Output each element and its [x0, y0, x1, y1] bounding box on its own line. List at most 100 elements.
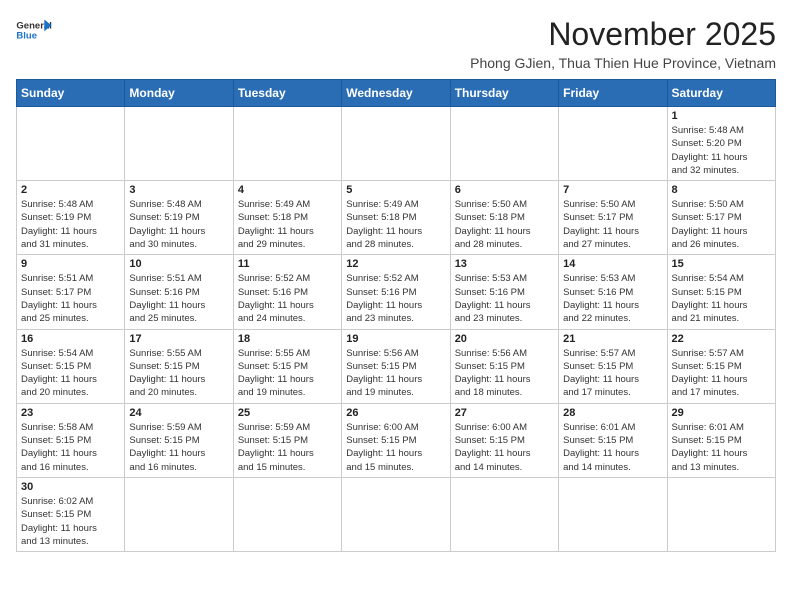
day-number: 22 [672, 333, 771, 345]
day-number: 1 [672, 110, 771, 122]
day-number: 28 [563, 407, 662, 419]
day-info: Sunrise: 5:50 AMSunset: 5:17 PMDaylight:… [672, 198, 771, 251]
day-cell [17, 107, 125, 181]
day-info: Sunrise: 5:53 AMSunset: 5:16 PMDaylight:… [455, 272, 554, 325]
day-cell: 14 Sunrise: 5:53 AMSunset: 5:16 PMDayligh… [559, 255, 667, 329]
day-number: 7 [563, 184, 662, 196]
day-cell [233, 477, 341, 551]
day-info: Sunrise: 5:55 AMSunset: 5:15 PMDaylight:… [238, 347, 337, 400]
day-number: 5 [346, 184, 445, 196]
week-row-4: 23 Sunrise: 5:58 AMSunset: 5:15 PMDayligh… [17, 403, 776, 477]
day-number: 29 [672, 407, 771, 419]
day-info: Sunrise: 5:48 AMSunset: 5:19 PMDaylight:… [21, 198, 120, 251]
day-cell: 30Sunrise: 6:02 AMSunset: 5:15 PMDayligh… [17, 477, 125, 551]
day-number: 13 [455, 258, 554, 270]
day-info: Sunrise: 6:02 AMSunset: 5:15 PMDaylight:… [21, 495, 120, 548]
day-cell: 23 Sunrise: 5:58 AMSunset: 5:15 PMDayligh… [17, 403, 125, 477]
day-cell [125, 477, 233, 551]
day-number: 17 [129, 333, 228, 345]
weekday-wednesday: Wednesday [342, 80, 450, 107]
day-cell [125, 107, 233, 181]
title-area: November 2025 Phong GJien, Thua Thien Hu… [470, 16, 776, 71]
svg-text:Blue: Blue [16, 31, 37, 40]
day-info: Sunrise: 5:48 AMSunset: 5:19 PMDaylight:… [129, 198, 228, 251]
day-cell: 25Sunrise: 5:59 AMSunset: 5:15 PMDayligh… [233, 403, 341, 477]
day-info: Sunrise: 5:51 AMSunset: 5:17 PMDaylight:… [21, 272, 120, 325]
day-number: 26 [346, 407, 445, 419]
day-info: Sunrise: 6:01 AMSunset: 5:15 PMDaylight:… [563, 421, 662, 474]
day-info: Sunrise: 5:52 AMSunset: 5:16 PMDaylight:… [238, 272, 337, 325]
week-row-3: 16 Sunrise: 5:54 AMSunset: 5:15 PMDayligh… [17, 329, 776, 403]
day-info: Sunrise: 5:56 AMSunset: 5:15 PMDaylight:… [455, 347, 554, 400]
day-cell: 7 Sunrise: 5:50 AMSunset: 5:17 PMDaylight… [559, 181, 667, 255]
day-cell [450, 477, 558, 551]
day-cell [667, 477, 775, 551]
header: General Blue November 2025 Phong GJien, … [16, 16, 776, 71]
day-info: Sunrise: 5:49 AMSunset: 5:18 PMDaylight:… [238, 198, 337, 251]
day-info: Sunrise: 5:48 AMSunset: 5:20 PMDaylight:… [672, 124, 771, 177]
day-cell: 3Sunrise: 5:48 AMSunset: 5:19 PMDaylight… [125, 181, 233, 255]
location-title: Phong GJien, Thua Thien Hue Province, Vi… [470, 55, 776, 71]
weekday-sunday: Sunday [17, 80, 125, 107]
day-number: 12 [346, 258, 445, 270]
day-cell: 24 Sunrise: 5:59 AMSunset: 5:15 PMDayligh… [125, 403, 233, 477]
day-number: 2 [21, 184, 120, 196]
logo: General Blue [16, 16, 52, 40]
day-cell: 16 Sunrise: 5:54 AMSunset: 5:15 PMDayligh… [17, 329, 125, 403]
day-number: 4 [238, 184, 337, 196]
day-cell [559, 107, 667, 181]
day-number: 21 [563, 333, 662, 345]
day-info: Sunrise: 5:54 AMSunset: 5:15 PMDaylight:… [21, 347, 120, 400]
day-info: Sunrise: 6:01 AMSunset: 5:15 PMDaylight:… [672, 421, 771, 474]
day-number: 9 [21, 258, 120, 270]
day-number: 15 [672, 258, 771, 270]
week-row-2: 9 Sunrise: 5:51 AMSunset: 5:17 PMDaylight… [17, 255, 776, 329]
day-info: Sunrise: 6:00 AMSunset: 5:15 PMDaylight:… [455, 421, 554, 474]
day-number: 14 [563, 258, 662, 270]
weekday-monday: Monday [125, 80, 233, 107]
day-cell: 27 Sunrise: 6:00 AMSunset: 5:15 PMDayligh… [450, 403, 558, 477]
day-cell [450, 107, 558, 181]
day-cell: 5Sunrise: 5:49 AMSunset: 5:18 PMDaylight… [342, 181, 450, 255]
day-cell: 18Sunrise: 5:55 AMSunset: 5:15 PMDayligh… [233, 329, 341, 403]
week-row-1: 2 Sunrise: 5:48 AMSunset: 5:19 PMDaylight… [17, 181, 776, 255]
day-number: 20 [455, 333, 554, 345]
day-number: 27 [455, 407, 554, 419]
calendar-body: 1 Sunrise: 5:48 AMSunset: 5:20 PMDaylight… [17, 107, 776, 552]
month-title: November 2025 [470, 16, 776, 53]
day-info: Sunrise: 5:50 AMSunset: 5:18 PMDaylight:… [455, 198, 554, 251]
day-cell [342, 477, 450, 551]
day-info: Sunrise: 5:56 AMSunset: 5:15 PMDaylight:… [346, 347, 445, 400]
weekday-saturday: Saturday [667, 80, 775, 107]
weekday-tuesday: Tuesday [233, 80, 341, 107]
day-number: 10 [129, 258, 228, 270]
calendar: SundayMondayTuesdayWednesdayThursdayFrid… [16, 79, 776, 552]
day-number: 16 [21, 333, 120, 345]
day-number: 23 [21, 407, 120, 419]
day-cell: 11 Sunrise: 5:52 AMSunset: 5:16 PMDayligh… [233, 255, 341, 329]
day-info: Sunrise: 5:55 AMSunset: 5:15 PMDaylight:… [129, 347, 228, 400]
day-cell: 15 Sunrise: 5:54 AMSunset: 5:15 PMDayligh… [667, 255, 775, 329]
day-info: Sunrise: 5:59 AMSunset: 5:15 PMDaylight:… [129, 421, 228, 474]
day-info: Sunrise: 5:57 AMSunset: 5:15 PMDaylight:… [563, 347, 662, 400]
day-cell [559, 477, 667, 551]
day-info: Sunrise: 5:53 AMSunset: 5:16 PMDaylight:… [563, 272, 662, 325]
day-cell: 9 Sunrise: 5:51 AMSunset: 5:17 PMDaylight… [17, 255, 125, 329]
day-info: Sunrise: 5:54 AMSunset: 5:15 PMDaylight:… [672, 272, 771, 325]
day-cell: 12 Sunrise: 5:52 AMSunset: 5:16 PMDayligh… [342, 255, 450, 329]
day-cell: 1 Sunrise: 5:48 AMSunset: 5:20 PMDaylight… [667, 107, 775, 181]
day-cell: 28 Sunrise: 6:01 AMSunset: 5:15 PMDayligh… [559, 403, 667, 477]
day-number: 11 [238, 258, 337, 270]
weekday-thursday: Thursday [450, 80, 558, 107]
day-cell: 10Sunrise: 5:51 AMSunset: 5:16 PMDayligh… [125, 255, 233, 329]
day-cell: 21 Sunrise: 5:57 AMSunset: 5:15 PMDayligh… [559, 329, 667, 403]
day-number: 24 [129, 407, 228, 419]
day-cell: 19Sunrise: 5:56 AMSunset: 5:15 PMDayligh… [342, 329, 450, 403]
day-info: Sunrise: 6:00 AMSunset: 5:15 PMDaylight:… [346, 421, 445, 474]
day-info: Sunrise: 5:52 AMSunset: 5:16 PMDaylight:… [346, 272, 445, 325]
day-info: Sunrise: 5:50 AMSunset: 5:17 PMDaylight:… [563, 198, 662, 251]
day-cell: 26 Sunrise: 6:00 AMSunset: 5:15 PMDayligh… [342, 403, 450, 477]
week-row-0: 1 Sunrise: 5:48 AMSunset: 5:20 PMDaylight… [17, 107, 776, 181]
day-cell: 2 Sunrise: 5:48 AMSunset: 5:19 PMDaylight… [17, 181, 125, 255]
day-info: Sunrise: 5:58 AMSunset: 5:15 PMDaylight:… [21, 421, 120, 474]
